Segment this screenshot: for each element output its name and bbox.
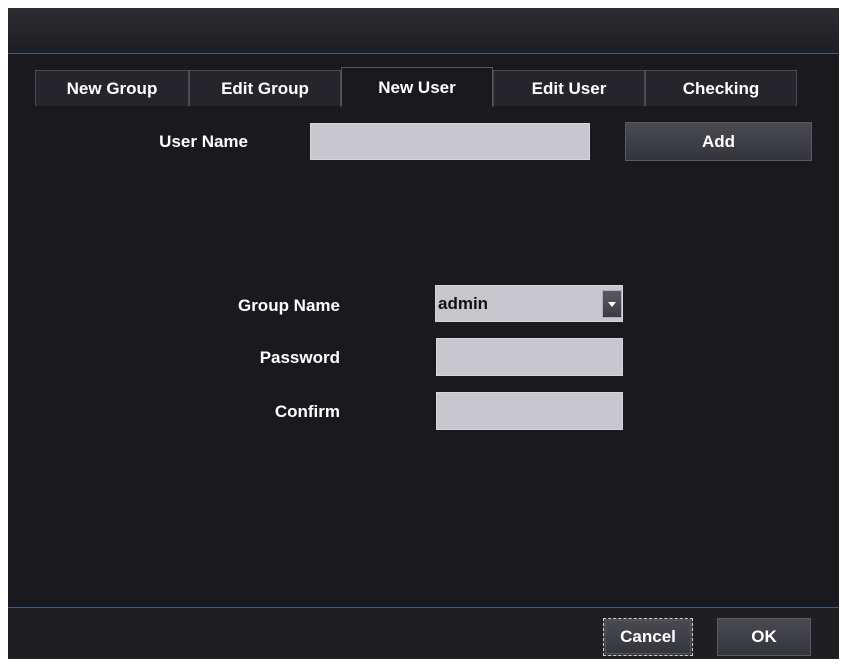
dropdown-arrow-icon[interactable]	[602, 290, 622, 318]
user-management-dialog: New Group Edit Group New User Edit User …	[8, 8, 839, 659]
password-label: Password	[259, 348, 340, 367]
add-button[interactable]: Add	[625, 122, 812, 161]
cancel-button[interactable]: Cancel	[603, 618, 693, 656]
user-name-label: User Name	[159, 132, 248, 151]
confirm-password-input[interactable]	[436, 392, 623, 430]
confirm-label: Confirm	[274, 402, 340, 421]
tab-new-group[interactable]: New Group	[35, 70, 189, 106]
group-name-label: Group Name	[237, 296, 340, 315]
tab-edit-user[interactable]: Edit User	[493, 70, 645, 106]
tab-strip: New Group Edit Group New User Edit User …	[8, 67, 839, 107]
password-input[interactable]	[436, 338, 623, 376]
title-bar	[8, 8, 839, 54]
user-name-input[interactable]	[310, 123, 590, 160]
group-name-select[interactable]: admin	[435, 285, 623, 322]
ok-button[interactable]: OK	[717, 618, 811, 656]
group-name-selected-value: admin	[438, 294, 489, 313]
tab-checking[interactable]: Checking	[645, 70, 797, 106]
tab-edit-group[interactable]: Edit Group	[189, 70, 341, 106]
footer-bar: Cancel OK	[8, 607, 839, 659]
tab-new-user[interactable]: New User	[341, 67, 493, 107]
